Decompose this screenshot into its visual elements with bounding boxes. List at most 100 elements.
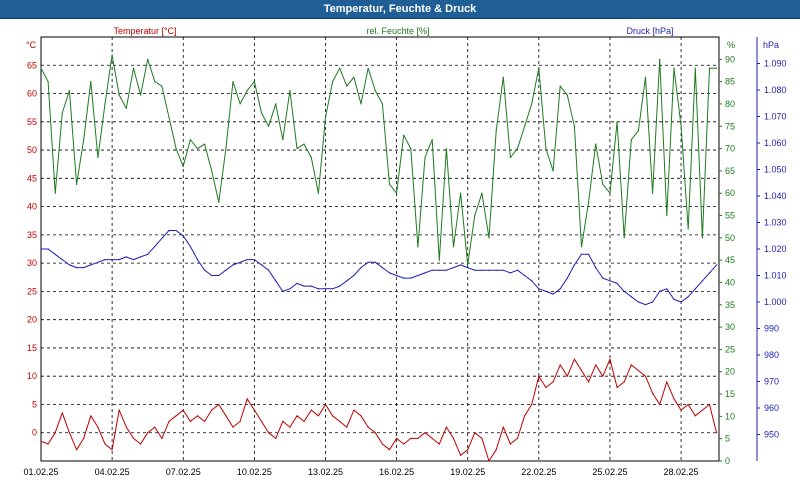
data-point-press (175, 229, 177, 232)
data-point-hum (61, 112, 63, 114)
data-point-press (260, 264, 263, 266)
data-point-temp (189, 420, 191, 422)
data-point-press (268, 269, 270, 271)
humidity-tick-label: 55 (725, 211, 735, 221)
data-point-hum (140, 94, 142, 96)
data-point-temp (310, 409, 312, 411)
pressure-tick-label: 970 (764, 377, 779, 387)
temperature-axis-title: Temperatur [°C] (113, 26, 176, 36)
data-point-press (76, 267, 78, 269)
data-point-hum (580, 246, 583, 248)
humidity-tick-label: 80 (725, 99, 735, 109)
data-point-hum (410, 148, 412, 150)
data-point-temp (673, 398, 675, 400)
data-point-hum (694, 67, 696, 69)
data-point-temp (545, 386, 547, 389)
data-point-hum (396, 192, 398, 194)
humidity-tick-label: 10 (725, 411, 735, 421)
humidity-unit-label: % (727, 40, 735, 50)
data-point-hum (225, 148, 227, 150)
data-point-hum (531, 103, 533, 105)
data-point-temp (552, 381, 554, 383)
data-point-press (509, 272, 511, 274)
data-point-hum (339, 67, 341, 69)
data-point-hum (659, 58, 661, 60)
data-point-press (637, 301, 640, 303)
data-point-hum (374, 90, 376, 92)
data-point-temp (652, 392, 654, 394)
data-point-hum (438, 259, 440, 261)
data-point-temp (452, 437, 455, 439)
data-point-press (652, 301, 654, 303)
pressure-tick-label: 1.030 (764, 218, 787, 228)
data-point-press (524, 274, 526, 277)
grid-lines (41, 37, 719, 461)
data-point-hum (609, 192, 611, 194)
data-point-press (445, 269, 447, 271)
data-point-temp (353, 409, 355, 411)
data-point-press (346, 280, 348, 282)
data-point-temp (111, 449, 113, 451)
data-point-temp (630, 364, 632, 366)
x-tick-label: 28.02.25 (664, 467, 699, 477)
data-point-press (154, 245, 156, 247)
data-point-temp (424, 432, 426, 434)
data-point-press (716, 264, 718, 266)
temperature-tick-label: 0 (32, 428, 37, 438)
x-tick-label: 25.02.25 (592, 467, 627, 477)
data-point-temp (502, 426, 504, 428)
data-point-hum (595, 143, 597, 145)
pressure-tick-label: 1.090 (764, 59, 787, 69)
data-point-temp (538, 375, 540, 377)
data-point-temp (637, 369, 640, 372)
humidity-tick-label: 25 (725, 344, 735, 354)
data-point-hum (524, 125, 526, 127)
data-point-temp (716, 432, 718, 434)
data-point-press (204, 269, 206, 271)
data-point-hum (68, 90, 70, 92)
data-point-press (140, 256, 142, 258)
humidity-tick-label: 20 (725, 367, 735, 377)
data-point-press (104, 259, 106, 261)
data-point-temp (218, 403, 220, 406)
data-point-press (580, 253, 583, 255)
data-point-hum (417, 246, 419, 248)
data-point-press (353, 274, 355, 277)
data-point-temp (609, 358, 611, 360)
data-point-hum (637, 130, 640, 132)
data-point-temp (303, 420, 305, 422)
data-point-temp (260, 420, 263, 422)
pressure-tick-label: 1.070 (764, 112, 787, 122)
data-point-temp (417, 437, 419, 439)
data-point-temp (566, 375, 568, 377)
series-line-temp (40, 358, 718, 462)
data-point-hum (196, 148, 199, 150)
data-point-temp (132, 437, 135, 439)
data-point-hum (260, 112, 263, 114)
humidity-tick-label: 5 (725, 434, 730, 444)
data-point-temp (445, 426, 447, 428)
data-point-press (381, 267, 383, 269)
data-point-press (111, 259, 113, 261)
data-point-temp (97, 426, 99, 428)
data-point-hum (360, 103, 362, 105)
data-point-hum (147, 58, 149, 60)
temperature-tick-label: 15 (27, 343, 37, 353)
data-point-press (239, 261, 241, 263)
data-point-hum (552, 170, 554, 172)
data-point-temp (61, 412, 63, 414)
data-point-press (90, 264, 92, 266)
data-point-temp (488, 460, 490, 462)
data-point-hum (666, 214, 668, 217)
series-line-press (41, 230, 717, 306)
data-point-temp (367, 426, 369, 428)
data-point-temp (239, 420, 241, 422)
data-point-hum (509, 156, 511, 159)
temperature-tick-label: 65 (27, 60, 37, 70)
data-point-hum (125, 107, 127, 109)
data-point-hum (168, 116, 170, 118)
humidity-tick-label: 45 (725, 255, 735, 265)
data-point-hum (97, 156, 99, 159)
data-point-press (310, 285, 312, 287)
data-point-press (388, 272, 391, 274)
